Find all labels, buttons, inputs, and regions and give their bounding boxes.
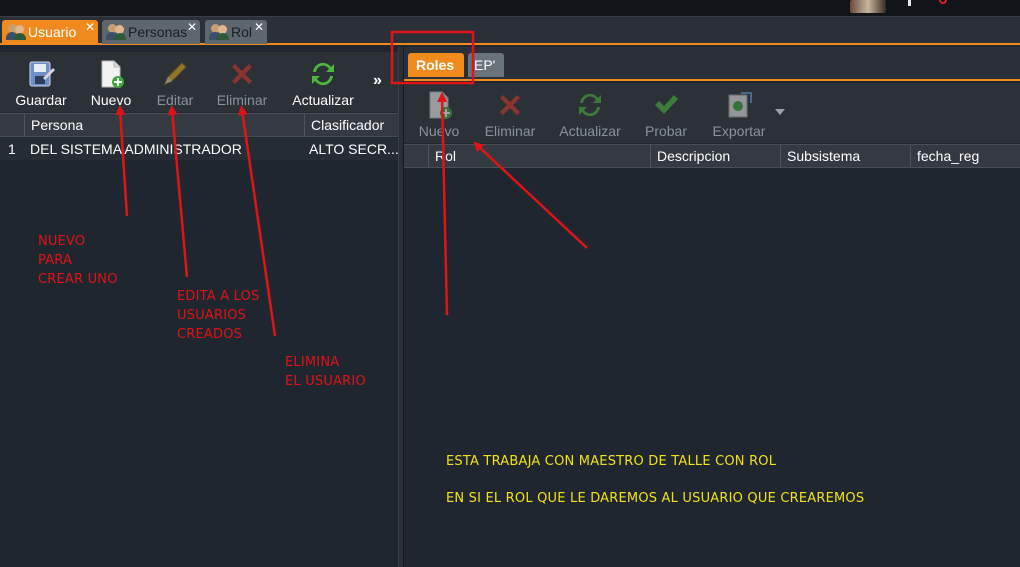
eliminar-button[interactable]: Eliminar	[480, 83, 540, 143]
power-icon[interactable]	[939, 0, 947, 4]
cell-persona: DEL SISTEMA ADMINISTRADOR	[30, 141, 242, 157]
left-grid-body: 1 DEL SISTEMA ADMINISTRADOR ALTO SECR...	[0, 137, 398, 567]
close-icon[interactable]: ✕	[187, 21, 197, 33]
annotation-line: USUARIOS	[177, 308, 247, 323]
annotation-note-2: EN SI EL ROL QUE LE DAREMOS AL USUARIO Q…	[446, 491, 865, 506]
tab-roles[interactable]: Roles	[408, 53, 464, 77]
users-icon	[209, 23, 229, 41]
overflow-chevron-icon[interactable]: »	[373, 72, 382, 90]
row-number-header	[0, 114, 24, 136]
annotation-line: CREAR UNO	[38, 272, 118, 287]
tab-ep[interactable]: EP'	[468, 53, 504, 77]
button-label: Exportar	[712, 123, 766, 139]
tab-rol[interactable]: Rol ✕	[205, 20, 267, 44]
button-label: Actualizar	[292, 92, 354, 108]
button-label: Eliminar	[216, 92, 268, 108]
button-label: Eliminar	[484, 123, 536, 139]
annotation-line: CREADOS	[177, 327, 243, 342]
annotation-line: EDITA A LOS	[177, 289, 260, 304]
right-grid-header: Rol Descripcion Subsistema fecha_reg	[404, 144, 1020, 168]
annotation-nuevo: NUEVO PARA CREAR UNO	[38, 232, 118, 289]
tab-personas[interactable]: Personas ✕	[102, 20, 200, 44]
indicator-icon	[908, 0, 911, 6]
annotation-line: ELIMINA	[285, 355, 340, 370]
left-grid-header: Persona Clasificador	[0, 113, 398, 137]
users-icon	[106, 23, 126, 41]
annotation-line: PARA	[38, 253, 73, 268]
column-header-rol[interactable]: Rol	[428, 145, 650, 167]
close-icon[interactable]: ✕	[254, 21, 264, 33]
left-toolbar: Guardar Nuevo Editar Eliminar Actualizar…	[0, 52, 398, 112]
dropdown-arrow-icon[interactable]	[775, 109, 785, 115]
guardar-button[interactable]: Guardar	[10, 52, 72, 112]
editar-button[interactable]: Editar	[150, 52, 200, 112]
pencil-icon	[159, 58, 191, 90]
checkmark-icon	[650, 89, 682, 121]
row-number: 1	[8, 141, 16, 157]
annotation-elimina: ELIMINA EL USUARIO	[285, 353, 366, 391]
column-header-clasificador[interactable]: Clasificador	[304, 114, 398, 136]
detail-tab-strip: Roles EP'	[404, 47, 1020, 81]
column-header-fecha-reg[interactable]: fecha_reg	[910, 145, 1020, 167]
export-icon	[723, 89, 755, 121]
button-label: Actualizar	[559, 123, 621, 139]
nuevo-button[interactable]: Nuevo	[84, 52, 138, 112]
annotation-line: EL USUARIO	[285, 374, 366, 389]
annotation-line: NUEVO	[38, 234, 86, 249]
new-document-icon	[423, 89, 455, 121]
nuevo-button[interactable]: Nuevo	[414, 83, 464, 143]
probar-button[interactable]: Probar	[640, 83, 692, 143]
annotation-note-1: ESTA TRABAJA CON MAESTRO DE TALLE CON RO…	[446, 454, 777, 469]
button-label: Guardar	[15, 92, 67, 108]
main-tab-strip: Usuario ✕ Personas ✕ Rol ✕	[0, 17, 1020, 45]
refresh-icon	[307, 58, 339, 90]
exportar-button[interactable]: Exportar	[708, 83, 770, 143]
actualizar-button[interactable]: Actualizar	[554, 83, 626, 143]
button-label: Nuevo	[418, 123, 460, 139]
new-document-icon	[95, 58, 127, 90]
refresh-icon	[574, 89, 606, 121]
save-icon	[25, 58, 57, 90]
button-label: Probar	[644, 123, 688, 139]
user-avatar[interactable]	[850, 0, 886, 13]
users-icon	[6, 23, 26, 41]
close-icon[interactable]: ✕	[85, 21, 95, 33]
button-label: Nuevo	[90, 92, 132, 108]
delete-icon	[494, 89, 526, 121]
column-header-persona[interactable]: Persona	[24, 114, 304, 136]
cell-clasificador: ALTO SECR...	[309, 141, 398, 157]
tab-label: Personas	[128, 24, 188, 40]
tab-label: Rol	[231, 24, 253, 40]
column-header-subsistema[interactable]: Subsistema	[780, 145, 910, 167]
table-row[interactable]: 1 DEL SISTEMA ADMINISTRADOR ALTO SECR...	[0, 138, 398, 160]
delete-icon	[226, 58, 258, 90]
eliminar-button[interactable]: Eliminar	[212, 52, 272, 112]
column-header-descripcion[interactable]: Descripcion	[650, 145, 780, 167]
actualizar-button[interactable]: Actualizar	[288, 52, 358, 112]
right-toolbar: Nuevo Eliminar Actualizar Probar Exporta…	[404, 83, 1020, 143]
tab-label: Usuario	[28, 24, 77, 40]
row-number-header	[404, 145, 428, 167]
annotation-edita: EDITA A LOS USUARIOS CREADOS	[177, 287, 260, 344]
tab-usuario[interactable]: Usuario ✕	[2, 20, 98, 44]
button-label: Editar	[156, 92, 194, 108]
top-bar	[0, 0, 1020, 17]
